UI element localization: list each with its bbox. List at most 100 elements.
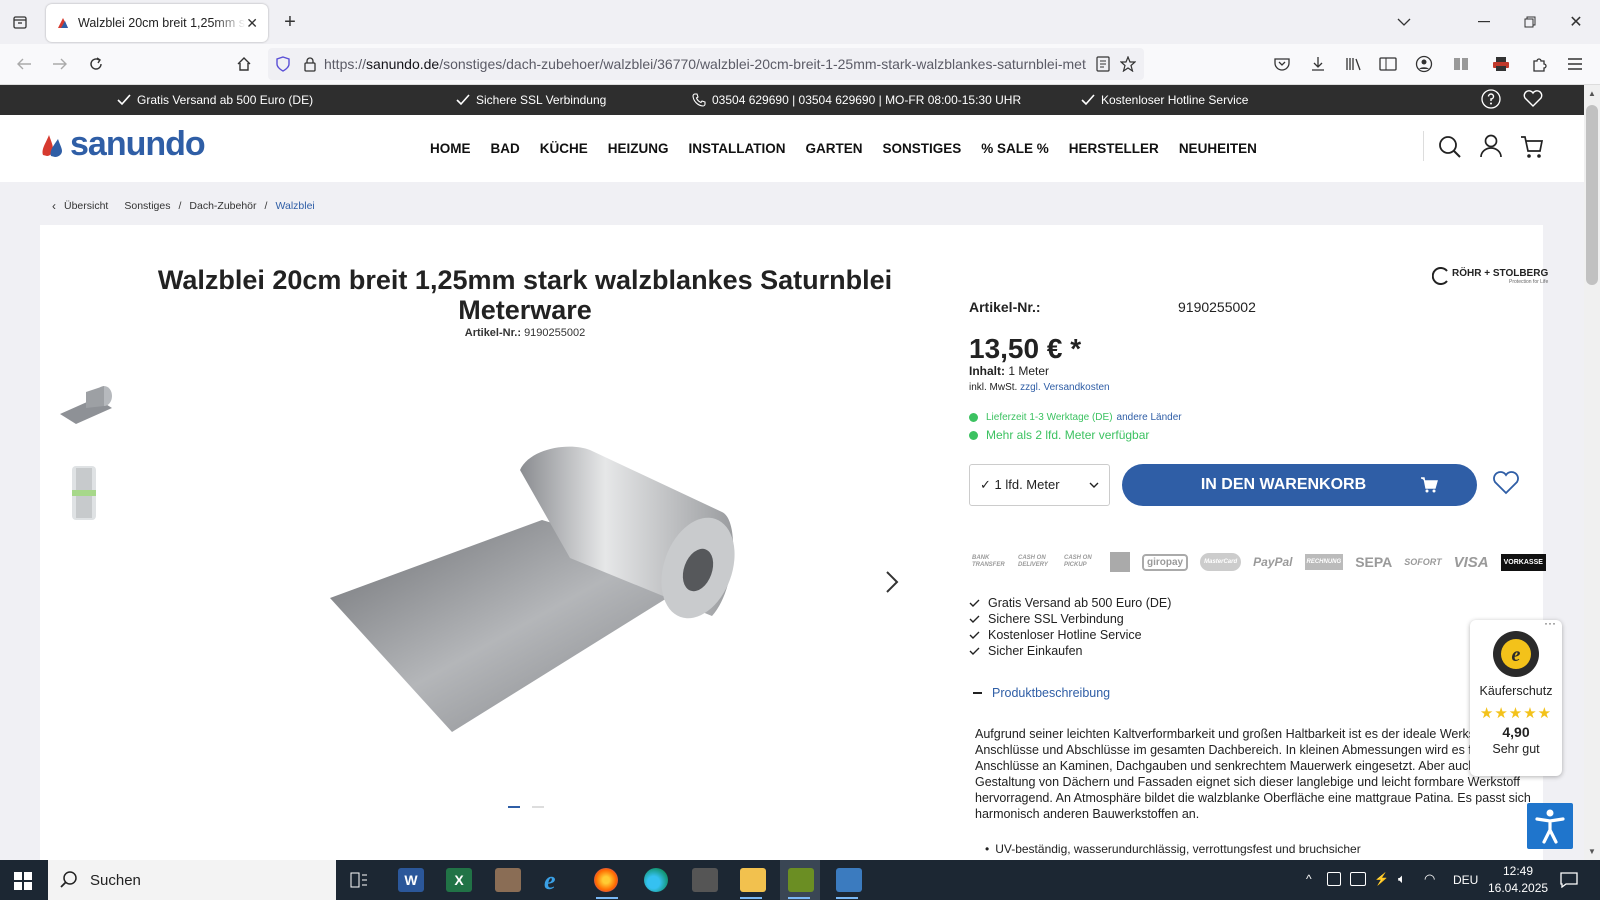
utility-app-icon[interactable] bbox=[692, 868, 718, 892]
word-app-icon[interactable]: W bbox=[398, 868, 424, 892]
extensions-puzzle-icon[interactable] bbox=[1525, 50, 1553, 78]
usp-item: Gratis Versand ab 500 Euro (DE) bbox=[969, 595, 1171, 611]
tray-device-icon[interactable] bbox=[1327, 872, 1341, 886]
lock-icon[interactable] bbox=[304, 56, 316, 72]
tab-list-chevron-icon[interactable] bbox=[1390, 8, 1418, 36]
printer-icon[interactable] bbox=[1487, 50, 1515, 78]
nav-garten[interactable]: GARTEN bbox=[806, 141, 863, 156]
page-scrollbar[interactable]: ▲ ▼ bbox=[1584, 85, 1600, 860]
notification-center-icon[interactable] bbox=[1560, 872, 1578, 888]
new-tab-button[interactable]: + bbox=[276, 8, 304, 36]
description-toggle[interactable]: Produktbeschreibung bbox=[973, 686, 1110, 700]
nav-heizung[interactable]: HEIZUNG bbox=[608, 141, 669, 156]
breadcrumb-item-dach-zubehoer[interactable]: Dach-Zubehör bbox=[189, 200, 256, 212]
bookmark-star-icon[interactable] bbox=[1120, 56, 1136, 72]
firefox-app-icon[interactable] bbox=[594, 868, 618, 892]
payment-visa: VISA bbox=[1453, 553, 1489, 571]
more-options-icon[interactable]: ··· bbox=[1544, 616, 1556, 630]
app-menu-icon[interactable] bbox=[1561, 50, 1589, 78]
url-bar[interactable]: https://sanundo.de/sonstiges/dach-zubeho… bbox=[268, 48, 1144, 80]
trusted-shops-badge[interactable]: ··· e Käuferschutz ★★★★★ 4,90 Sehr gut bbox=[1470, 616, 1562, 776]
usp-ssl: Sichere SSL Verbindung bbox=[456, 93, 606, 107]
cart-icon[interactable] bbox=[1520, 135, 1544, 159]
gallery-dot[interactable] bbox=[532, 806, 544, 808]
chevron-left-icon[interactable]: ‹ bbox=[52, 199, 56, 213]
file-explorer-icon[interactable] bbox=[740, 868, 766, 892]
tray-chevron-up-icon[interactable]: ^ bbox=[1306, 872, 1312, 886]
excel-app-icon[interactable]: X bbox=[446, 868, 472, 892]
internet-explorer-icon[interactable]: e bbox=[544, 866, 556, 896]
breadcrumb-item-walzblei[interactable]: Walzblei bbox=[275, 200, 314, 212]
nav-hersteller[interactable]: HERSTELLER bbox=[1069, 141, 1159, 156]
back-arrow-icon[interactable] bbox=[10, 50, 38, 78]
thumbnail-lead-roll-packaged[interactable] bbox=[68, 464, 100, 522]
extension-reader-icon[interactable] bbox=[1447, 50, 1475, 78]
volume-icon[interactable]: 🔈︎ bbox=[1398, 871, 1406, 887]
scroll-up-arrow-icon[interactable]: ▲ bbox=[1588, 89, 1596, 98]
wishlist-heart-icon[interactable] bbox=[1523, 90, 1543, 108]
product-main-image[interactable] bbox=[320, 440, 740, 740]
breadcrumb-back[interactable]: Übersicht bbox=[64, 200, 108, 212]
usp-phone[interactable]: 03504 629690 | 03504 629690 | MO-FR 08:0… bbox=[692, 93, 1021, 107]
help-icon[interactable] bbox=[1481, 89, 1501, 109]
windows-start-icon[interactable] bbox=[14, 872, 32, 890]
edge-app-icon[interactable] bbox=[644, 868, 668, 892]
wifi-icon[interactable]: ◠ bbox=[1424, 871, 1435, 887]
scroll-down-arrow-icon[interactable]: ▼ bbox=[1588, 847, 1596, 856]
forward-arrow-icon[interactable] bbox=[46, 50, 74, 78]
browser-tab-active[interactable]: Walzblei 20cm breit 1,25mm starke ✕ bbox=[46, 4, 268, 42]
nav-kueche[interactable]: KÜCHE bbox=[540, 141, 588, 156]
library-icon[interactable] bbox=[1340, 50, 1368, 78]
tray-network-monitor-icon[interactable] bbox=[1350, 872, 1366, 886]
window-minimize-button[interactable] bbox=[1470, 8, 1498, 36]
sidebar-icon[interactable] bbox=[1374, 50, 1402, 78]
site-logo[interactable]: sanundo bbox=[40, 127, 206, 161]
language-indicator[interactable]: DEU bbox=[1453, 873, 1478, 887]
media-app-icon[interactable] bbox=[788, 868, 814, 892]
quantity-select[interactable]: ✓ 1 lfd. Meter bbox=[969, 464, 1110, 506]
nav-sonstiges[interactable]: SONSTIGES bbox=[883, 141, 962, 156]
search-icon[interactable] bbox=[1438, 135, 1462, 159]
nav-neuheiten[interactable]: NEUHEITEN bbox=[1179, 141, 1257, 156]
check-icon bbox=[456, 94, 470, 106]
account-icon[interactable] bbox=[1410, 50, 1438, 78]
nav-bad[interactable]: BAD bbox=[491, 141, 520, 156]
tab-overview-icon[interactable] bbox=[6, 8, 34, 36]
breadcrumb-item-sonstiges[interactable]: Sonstiges bbox=[124, 200, 170, 212]
nav-installation[interactable]: INSTALLATION bbox=[689, 141, 786, 156]
tab-close-icon[interactable]: ✕ bbox=[246, 15, 258, 32]
taskbar-search[interactable]: Suchen bbox=[48, 860, 336, 900]
tray-battery-icon[interactable]: ⚡ bbox=[1374, 872, 1389, 886]
shipping-cost-link[interactable]: zzgl. Versandkosten bbox=[1020, 382, 1110, 393]
gallery-dot-active[interactable] bbox=[508, 806, 520, 808]
add-to-cart-button[interactable]: IN DEN WARENKORB bbox=[1122, 464, 1477, 506]
window-close-button[interactable]: ✕ bbox=[1562, 8, 1590, 36]
task-view-icon[interactable] bbox=[350, 872, 368, 888]
site-favicon-icon bbox=[58, 18, 68, 28]
gallery-next-chevron-icon[interactable] bbox=[885, 570, 899, 594]
brand-logo[interactable]: RÖHR + STOLBERG Protection for Life bbox=[1432, 267, 1548, 285]
reader-view-icon[interactable] bbox=[1096, 56, 1110, 72]
running-indicator bbox=[788, 897, 810, 899]
brand-mark-icon bbox=[1432, 267, 1448, 285]
reload-icon[interactable] bbox=[82, 50, 110, 78]
pocket-icon[interactable] bbox=[1268, 50, 1296, 78]
add-to-wishlist-heart-icon[interactable] bbox=[1492, 471, 1520, 495]
image-editor-app-icon[interactable] bbox=[495, 868, 521, 892]
nav-home[interactable]: HOME bbox=[430, 141, 471, 156]
other-countries-link[interactable]: andere Länder bbox=[1117, 412, 1182, 423]
url-text[interactable]: https://sanundo.de/sonstiges/dach-zubeho… bbox=[324, 56, 1086, 72]
clock[interactable]: 12:49 16.04.2025 bbox=[1488, 863, 1548, 897]
scrollbar-thumb[interactable] bbox=[1586, 105, 1598, 285]
product-title: Walzblei 20cm breit 1,25mm stark walzbla… bbox=[157, 265, 893, 325]
photo-viewer-app-icon[interactable] bbox=[836, 868, 862, 892]
accessibility-button[interactable] bbox=[1527, 803, 1573, 849]
article-number-label: Artikel-Nr.: bbox=[969, 299, 1041, 315]
window-restore-button[interactable] bbox=[1516, 8, 1544, 36]
tracking-shield-icon[interactable] bbox=[276, 56, 290, 72]
home-icon[interactable] bbox=[230, 50, 258, 78]
download-icon[interactable] bbox=[1304, 50, 1332, 78]
thumbnail-lead-roll[interactable] bbox=[56, 378, 116, 426]
user-account-icon[interactable] bbox=[1480, 134, 1502, 158]
nav-sale[interactable]: % SALE % bbox=[981, 141, 1049, 156]
